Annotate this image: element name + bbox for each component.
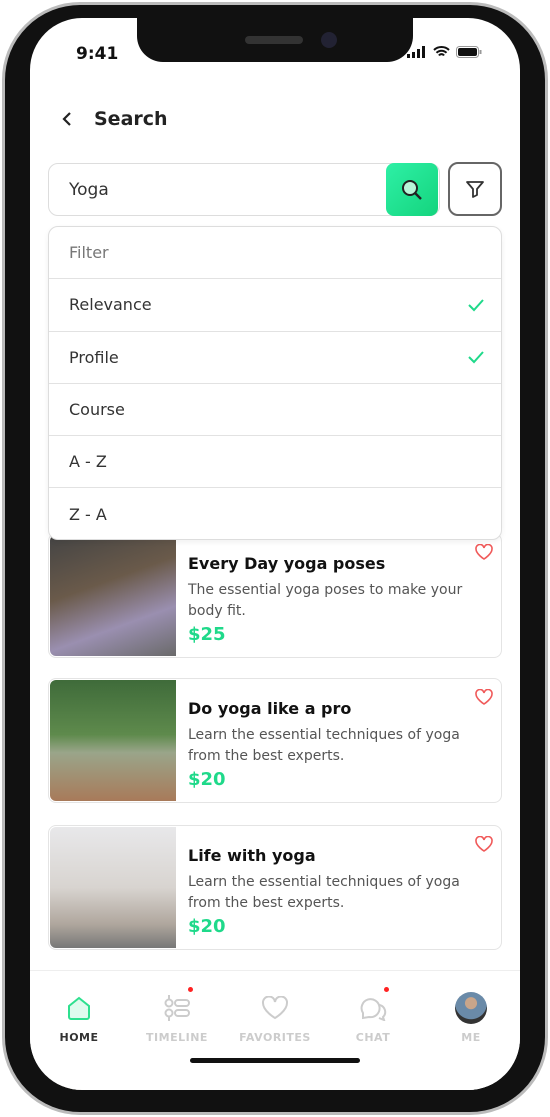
tab-label: FAVORITES	[239, 1031, 311, 1044]
course-description: Learn the essential techniques of yoga f…	[188, 874, 460, 911]
header: Search	[62, 108, 168, 130]
course-price: $25	[188, 624, 226, 645]
tab-favorites[interactable]: FAVORITES	[226, 971, 324, 1044]
home-indicator	[190, 1058, 360, 1063]
tab-label: CHAT	[355, 1031, 391, 1044]
notification-dot	[384, 987, 389, 992]
filter-option-z-a[interactable]: Z - A	[49, 488, 501, 540]
notch	[137, 18, 413, 62]
tab-label: HOME	[59, 1031, 99, 1044]
filter-header-label: Filter	[69, 243, 109, 263]
back-icon[interactable]	[62, 111, 72, 127]
bottom-tab-bar: HOME TIMELINE FAVORITES CHAT ME	[30, 970, 520, 1090]
tab-label: ME	[461, 1031, 481, 1044]
search-value[interactable]: Yoga	[69, 180, 109, 200]
tab-timeline[interactable]: TIMELINE	[128, 971, 226, 1044]
tab-label: TIMELINE	[146, 1031, 208, 1044]
filter-option-course[interactable]: Course	[49, 384, 501, 437]
status-time: 9:41	[76, 44, 119, 64]
course-title: Do yoga like a pro	[188, 699, 352, 718]
course-title: Every Day yoga poses	[188, 554, 386, 573]
check-icon	[468, 299, 484, 312]
option-label: Course	[69, 400, 125, 420]
course-description: Learn the essential techniques of yoga f…	[188, 727, 460, 764]
filter-option-a-z[interactable]: A - Z	[49, 436, 501, 489]
result-card[interactable]: Do yoga like a pro Learn the essential t…	[48, 678, 502, 803]
filter-option-profile[interactable]: Profile	[49, 332, 501, 384]
result-card[interactable]: Life with yoga Learn the essential techn…	[48, 825, 502, 950]
filter-header: Filter	[49, 227, 501, 280]
course-price: $20	[188, 769, 226, 790]
option-label: Profile	[69, 347, 119, 367]
page-title: Search	[94, 108, 168, 130]
heart-icon	[262, 996, 288, 1020]
tab-chat[interactable]: CHAT	[324, 971, 422, 1044]
result-card[interactable]: Every Day yoga poses The essential yoga …	[48, 533, 502, 658]
status-icons	[407, 46, 482, 58]
option-label: A - Z	[69, 452, 107, 472]
filter-button[interactable]	[448, 162, 502, 216]
wifi-icon	[433, 46, 450, 57]
heart-icon[interactable]	[475, 836, 493, 852]
home-icon	[68, 996, 90, 1020]
notification-dot	[188, 987, 193, 992]
filter-dropdown: Filter Relevance Profile Course A - Z Z …	[48, 226, 502, 540]
tab-me[interactable]: ME	[422, 971, 520, 1044]
filter-option-relevance[interactable]: Relevance	[49, 279, 501, 332]
course-image	[50, 535, 176, 656]
tab-home[interactable]: HOME	[30, 971, 128, 1044]
heart-icon[interactable]	[475, 689, 493, 705]
course-price: $20	[188, 916, 226, 937]
battery-icon	[456, 46, 482, 58]
signal-icon	[407, 46, 425, 58]
search-button[interactable]	[386, 163, 438, 216]
course-image	[50, 827, 176, 948]
screen: 9:41 Search Yoga Filter Relevance Profil…	[30, 18, 520, 1090]
avatar	[455, 992, 487, 1024]
timeline-icon	[164, 995, 190, 1021]
search-input[interactable]: Yoga	[48, 163, 440, 216]
course-title: Life with yoga	[188, 846, 316, 865]
option-label: Z - A	[69, 505, 107, 525]
check-icon	[468, 351, 484, 364]
course-description: The essential yoga poses to make your bo…	[188, 582, 463, 619]
search-icon	[402, 179, 422, 200]
heart-icon[interactable]	[475, 544, 493, 560]
option-label: Relevance	[69, 295, 152, 315]
chat-icon	[360, 998, 387, 1021]
course-image	[50, 680, 176, 801]
filter-icon	[466, 181, 484, 198]
